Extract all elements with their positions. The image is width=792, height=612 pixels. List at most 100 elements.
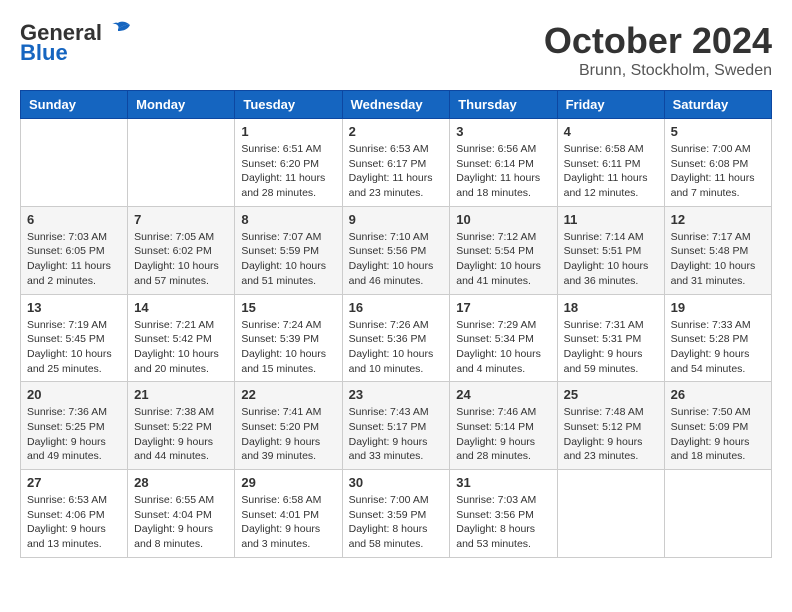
- day-number: 21: [134, 387, 228, 402]
- day-number: 6: [27, 212, 121, 227]
- day-number: 17: [456, 300, 550, 315]
- calendar-cell: 5 Sunrise: 7:00 AMSunset: 6:08 PMDaylight…: [664, 119, 771, 207]
- calendar-cell: 30Sunrise: 7:00 AMSunset: 3:59 PMDayligh…: [342, 470, 450, 558]
- cell-content: Sunrise: 6:53 AMSunset: 4:06 PMDaylight:…: [27, 493, 121, 552]
- day-number: 4: [564, 124, 658, 139]
- cell-content: Sunrise: 7:33 AMSunset: 5:28 PMDaylight:…: [671, 318, 765, 377]
- cell-content: Sunrise: 7:26 AMSunset: 5:36 PMDaylight:…: [349, 318, 444, 377]
- calendar-cell: 27 Sunrise: 6:53 AMSunset: 4:06 PMDayligh…: [21, 470, 128, 558]
- day-number: 25: [564, 387, 658, 402]
- location-subtitle: Brunn, Stockholm, Sweden: [544, 62, 772, 80]
- cell-content: Sunrise: 7:24 AMSunset: 5:39 PMDaylight:…: [241, 318, 335, 377]
- day-number: 3: [456, 124, 550, 139]
- calendar-cell: 11Sunrise: 7:14 AMSunset: 5:51 PMDayligh…: [557, 206, 664, 294]
- cell-content: Sunrise: 7:07 AMSunset: 5:59 PMDaylight:…: [241, 230, 335, 289]
- cell-content: Sunrise: 7:36 AMSunset: 5:25 PMDaylight:…: [27, 405, 121, 464]
- day-number: 20: [27, 387, 121, 402]
- col-header-saturday: Saturday: [664, 91, 771, 119]
- cell-content: Sunrise: 7:50 AMSunset: 5:09 PMDaylight:…: [671, 405, 765, 464]
- day-number: 28: [134, 475, 228, 490]
- day-number: 23: [349, 387, 444, 402]
- calendar-cell: 12Sunrise: 7:17 AMSunset: 5:48 PMDayligh…: [664, 206, 771, 294]
- cell-content: Sunrise: 7:00 AMSunset: 6:08 PMDaylight:…: [671, 142, 765, 201]
- day-number: 7: [134, 212, 228, 227]
- day-number: 16: [349, 300, 444, 315]
- calendar-cell: 18Sunrise: 7:31 AMSunset: 5:31 PMDayligh…: [557, 294, 664, 382]
- day-number: 26: [671, 387, 765, 402]
- cell-content: Sunrise: 6:56 AMSunset: 6:14 PMDaylight:…: [456, 142, 550, 201]
- month-title: October 2024: [544, 20, 772, 62]
- day-number: 8: [241, 212, 335, 227]
- day-number: 19: [671, 300, 765, 315]
- calendar-week-row: 13 Sunrise: 7:19 AMSunset: 5:45 PMDayligh…: [21, 294, 772, 382]
- calendar-cell: 2 Sunrise: 6:53 AMSunset: 6:17 PMDaylight…: [342, 119, 450, 207]
- calendar-cell: [557, 470, 664, 558]
- cell-content: Sunrise: 7:21 AMSunset: 5:42 PMDaylight:…: [134, 318, 228, 377]
- cell-content: Sunrise: 7:48 AMSunset: 5:12 PMDaylight:…: [564, 405, 658, 464]
- cell-content: Sunrise: 7:38 AMSunset: 5:22 PMDaylight:…: [134, 405, 228, 464]
- col-header-friday: Friday: [557, 91, 664, 119]
- cell-content: Sunrise: 7:17 AMSunset: 5:48 PMDaylight:…: [671, 230, 765, 289]
- day-number: 13: [27, 300, 121, 315]
- calendar-table: SundayMondayTuesdayWednesdayThursdayFrid…: [20, 90, 772, 558]
- cell-content: Sunrise: 7:10 AMSunset: 5:56 PMDaylight:…: [349, 230, 444, 289]
- calendar-cell: 13 Sunrise: 7:19 AMSunset: 5:45 PMDayligh…: [21, 294, 128, 382]
- cell-content: Sunrise: 7:29 AMSunset: 5:34 PMDaylight:…: [456, 318, 550, 377]
- col-header-wednesday: Wednesday: [342, 91, 450, 119]
- calendar-cell: 6Sunrise: 7:03 AMSunset: 6:05 PMDaylight…: [21, 206, 128, 294]
- day-number: 30: [349, 475, 444, 490]
- day-number: 27: [27, 475, 121, 490]
- cell-content: Sunrise: 7:41 AMSunset: 5:20 PMDaylight:…: [241, 405, 335, 464]
- col-header-thursday: Thursday: [450, 91, 557, 119]
- cell-content: Sunrise: 7:19 AMSunset: 5:45 PMDaylight:…: [27, 318, 121, 377]
- cell-content: Sunrise: 6:55 AMSunset: 4:04 PMDaylight:…: [134, 493, 228, 552]
- calendar-cell: 24Sunrise: 7:46 AMSunset: 5:14 PMDayligh…: [450, 382, 557, 470]
- calendar-cell: [664, 470, 771, 558]
- calendar-cell: 17 Sunrise: 7:29 AMSunset: 5:34 PMDayligh…: [450, 294, 557, 382]
- cell-content: Sunrise: 7:12 AMSunset: 5:54 PMDaylight:…: [456, 230, 550, 289]
- day-number: 2: [349, 124, 444, 139]
- calendar-header-row: SundayMondayTuesdayWednesdayThursdayFrid…: [21, 91, 772, 119]
- cell-content: Sunrise: 7:46 AMSunset: 5:14 PMDaylight:…: [456, 405, 550, 464]
- calendar-cell: 1 Sunrise: 6:51 AMSunset: 6:20 PMDaylight…: [235, 119, 342, 207]
- title-block: October 2024 Brunn, Stockholm, Sweden: [544, 20, 772, 80]
- day-number: 14: [134, 300, 228, 315]
- calendar-cell: 9 Sunrise: 7:10 AMSunset: 5:56 PMDaylight…: [342, 206, 450, 294]
- day-number: 1: [241, 124, 335, 139]
- day-number: 10: [456, 212, 550, 227]
- calendar-cell: 26 Sunrise: 7:50 AMSunset: 5:09 PMDayligh…: [664, 382, 771, 470]
- calendar-cell: 21 Sunrise: 7:38 AMSunset: 5:22 PMDayligh…: [128, 382, 235, 470]
- calendar-cell: 4 Sunrise: 6:58 AMSunset: 6:11 PMDaylight…: [557, 119, 664, 207]
- day-number: 31: [456, 475, 550, 490]
- calendar-cell: 31 Sunrise: 7:03 AMSunset: 3:56 PMDayligh…: [450, 470, 557, 558]
- calendar-cell: 22 Sunrise: 7:41 AMSunset: 5:20 PMDayligh…: [235, 382, 342, 470]
- cell-content: Sunrise: 7:05 AMSunset: 6:02 PMDaylight:…: [134, 230, 228, 289]
- calendar-cell: 8 Sunrise: 7:07 AMSunset: 5:59 PMDaylight…: [235, 206, 342, 294]
- col-header-tuesday: Tuesday: [235, 91, 342, 119]
- day-number: 5: [671, 124, 765, 139]
- calendar-cell: 23 Sunrise: 7:43 AMSunset: 5:17 PMDayligh…: [342, 382, 450, 470]
- calendar-cell: 10 Sunrise: 7:12 AMSunset: 5:54 PMDayligh…: [450, 206, 557, 294]
- day-number: 18: [564, 300, 658, 315]
- cell-content: Sunrise: 6:58 AMSunset: 4:01 PMDaylight:…: [241, 493, 335, 552]
- cell-content: Sunrise: 6:53 AMSunset: 6:17 PMDaylight:…: [349, 142, 444, 201]
- calendar-cell: [21, 119, 128, 207]
- calendar-cell: 3 Sunrise: 6:56 AMSunset: 6:14 PMDaylight…: [450, 119, 557, 207]
- calendar-cell: [128, 119, 235, 207]
- cell-content: Sunrise: 6:51 AMSunset: 6:20 PMDaylight:…: [241, 142, 335, 201]
- cell-content: Sunrise: 7:14 AMSunset: 5:51 PMDaylight:…: [564, 230, 658, 289]
- calendar-cell: 25 Sunrise: 7:48 AMSunset: 5:12 PMDayligh…: [557, 382, 664, 470]
- day-number: 22: [241, 387, 335, 402]
- calendar-cell: 16 Sunrise: 7:26 AMSunset: 5:36 PMDayligh…: [342, 294, 450, 382]
- cell-content: Sunrise: 7:43 AMSunset: 5:17 PMDaylight:…: [349, 405, 444, 464]
- logo-blue-text: Blue: [20, 40, 68, 66]
- day-number: 15: [241, 300, 335, 315]
- calendar-cell: 20 Sunrise: 7:36 AMSunset: 5:25 PMDayligh…: [21, 382, 128, 470]
- calendar-cell: 15 Sunrise: 7:24 AMSunset: 5:39 PMDayligh…: [235, 294, 342, 382]
- calendar-cell: 19 Sunrise: 7:33 AMSunset: 5:28 PMDayligh…: [664, 294, 771, 382]
- day-number: 9: [349, 212, 444, 227]
- calendar-cell: 7 Sunrise: 7:05 AMSunset: 6:02 PMDaylight…: [128, 206, 235, 294]
- cell-content: Sunrise: 7:03 AMSunset: 3:56 PMDaylight:…: [456, 493, 550, 552]
- calendar-week-row: 1 Sunrise: 6:51 AMSunset: 6:20 PMDaylight…: [21, 119, 772, 207]
- cell-content: Sunrise: 6:58 AMSunset: 6:11 PMDaylight:…: [564, 142, 658, 201]
